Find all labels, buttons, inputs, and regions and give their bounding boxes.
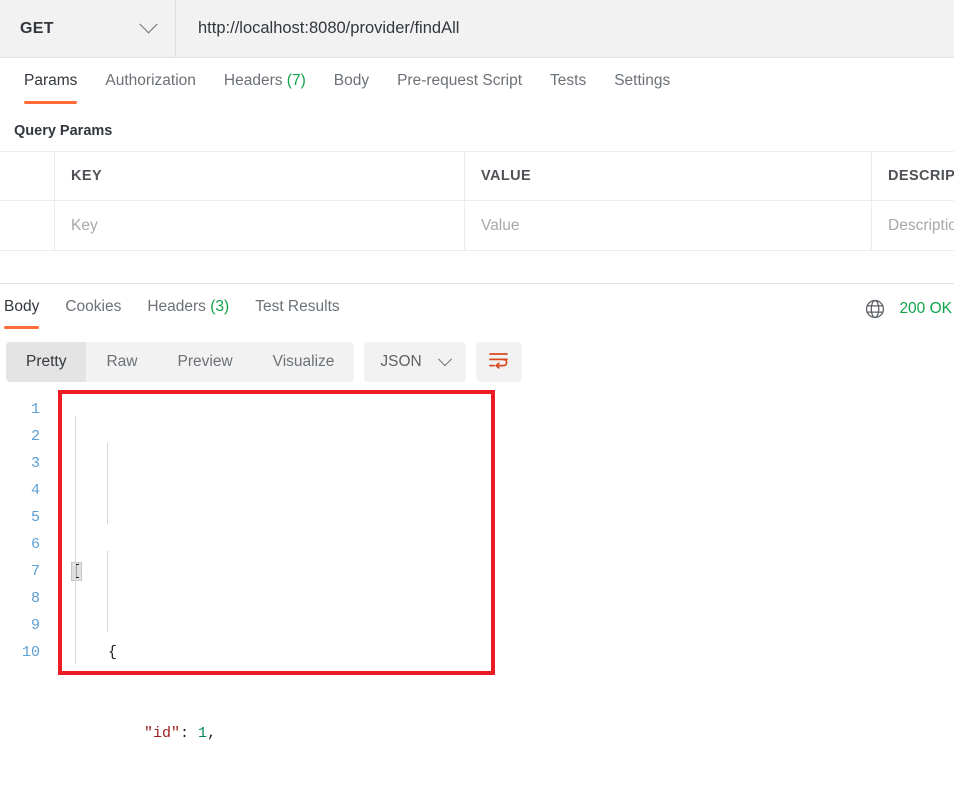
response-tab-headers-count: (3) bbox=[210, 298, 230, 315]
code-line-2: { bbox=[72, 644, 118, 661]
line-number: 8 bbox=[30, 590, 40, 607]
view-mode-preview[interactable]: Preview bbox=[158, 342, 253, 382]
view-mode-raw[interactable]: Raw bbox=[86, 342, 157, 382]
line-number: 5 bbox=[30, 509, 40, 526]
tab-pre-request-script-label: Pre-request Script bbox=[397, 72, 523, 89]
line-number-gutter: 1 2 3 4 5 6 7 8 9 10 bbox=[0, 396, 52, 802]
request-tab-bar: Params Authorization Headers (7) Body Pr… bbox=[0, 58, 954, 109]
tab-settings[interactable]: Settings bbox=[600, 58, 684, 109]
param-key-placeholder: Key bbox=[71, 216, 98, 234]
line-number: 2 bbox=[30, 428, 40, 445]
line-number: 1 bbox=[30, 401, 40, 418]
code-line-1: [ bbox=[70, 558, 954, 585]
response-tab-body-label: Body bbox=[4, 298, 40, 315]
view-mode-pretty[interactable]: Pretty bbox=[6, 342, 87, 382]
http-method-label: GET bbox=[20, 19, 54, 37]
indent-guide bbox=[107, 443, 108, 524]
request-url-text: http://localhost:8080/provider/findAll bbox=[198, 19, 460, 37]
code-line-3: "id": 1, bbox=[144, 725, 217, 742]
param-value-placeholder: Value bbox=[481, 216, 520, 234]
tab-headers-label: Headers bbox=[223, 72, 283, 89]
tab-authorization-label: Authorization bbox=[105, 72, 196, 89]
line-number: 7 bbox=[30, 563, 40, 580]
params-section-spacer bbox=[0, 251, 954, 284]
tab-settings-label: Settings bbox=[614, 72, 671, 89]
column-header-value: VALUE bbox=[465, 152, 872, 200]
response-tab-body[interactable]: Body bbox=[0, 284, 52, 334]
response-language-label: JSON bbox=[380, 353, 422, 370]
tab-body-label: Body bbox=[333, 72, 370, 89]
line-number: 9 bbox=[30, 617, 40, 634]
view-mode-visualize[interactable]: Visualize bbox=[253, 342, 355, 382]
tab-headers[interactable]: Headers (7) bbox=[210, 58, 320, 109]
table-row: Key Value Description bbox=[0, 201, 954, 250]
param-description-input[interactable]: Description bbox=[872, 201, 954, 250]
word-wrap-button[interactable] bbox=[475, 342, 522, 382]
json-code-lines[interactable]: [ { "id": 1, "name": "Johnny" }, { "id":… bbox=[52, 396, 954, 802]
line-number: 3 bbox=[30, 455, 40, 472]
response-tab-headers-label: Headers bbox=[147, 298, 206, 315]
tab-params[interactable]: Params bbox=[10, 58, 91, 109]
json-key-id: "id" bbox=[144, 725, 181, 742]
word-wrap-icon bbox=[488, 351, 510, 374]
chevron-down-icon bbox=[139, 15, 158, 34]
response-tab-headers[interactable]: Headers (3) bbox=[134, 284, 242, 334]
globe-icon bbox=[864, 298, 886, 320]
param-key-input[interactable]: Key bbox=[55, 201, 465, 250]
response-body-viewer: 1 2 3 4 5 6 7 8 9 10 [ { "id": 1, "name"… bbox=[0, 390, 954, 802]
param-description-placeholder: Description bbox=[888, 216, 954, 234]
tab-authorization[interactable]: Authorization bbox=[91, 58, 209, 109]
tab-params-label: Params bbox=[24, 72, 78, 89]
column-header-description: DESCRIPTION bbox=[888, 168, 954, 184]
table-header-row: KEY VALUE DESCRIPTION bbox=[0, 152, 954, 201]
select-all-checkbox-cell[interactable] bbox=[0, 152, 55, 200]
bracket-open-highlight: [ bbox=[70, 562, 83, 581]
param-value-input[interactable]: Value bbox=[465, 201, 872, 250]
response-tab-bar: Body Cookies Headers (3) Test Results 20… bbox=[0, 284, 954, 334]
tab-pre-request-script[interactable]: Pre-request Script bbox=[383, 58, 536, 109]
response-tab-test-results[interactable]: Test Results bbox=[242, 284, 352, 334]
http-method-dropdown[interactable]: GET bbox=[0, 0, 176, 57]
response-format-toolbar: Pretty Raw Preview Visualize JSON bbox=[0, 334, 954, 390]
tab-tests[interactable]: Tests bbox=[536, 58, 600, 109]
request-url-input[interactable]: http://localhost:8080/provider/findAll bbox=[176, 0, 954, 57]
line-number: 4 bbox=[30, 482, 40, 499]
chevron-down-icon bbox=[437, 352, 452, 367]
json-code-area[interactable]: 1 2 3 4 5 6 7 8 9 10 [ { "id": 1, "name"… bbox=[0, 396, 954, 802]
response-view-mode-group: Pretty Raw Preview Visualize bbox=[6, 342, 355, 382]
column-header-key: KEY bbox=[55, 152, 465, 200]
json-value-id: 1 bbox=[198, 725, 208, 742]
row-checkbox-cell[interactable] bbox=[0, 201, 55, 250]
response-tab-cookies-label: Cookies bbox=[65, 298, 122, 315]
line-number: 6 bbox=[30, 536, 40, 553]
response-language-dropdown[interactable]: JSON bbox=[364, 342, 466, 382]
status-badge: 200 OK bbox=[899, 300, 952, 317]
indent-guide bbox=[107, 551, 108, 632]
query-params-table: KEY VALUE DESCRIPTION Key Value Descript… bbox=[0, 151, 954, 251]
tab-tests-label: Tests bbox=[550, 72, 587, 89]
response-tab-cookies[interactable]: Cookies bbox=[52, 284, 134, 334]
response-tab-test-results-label: Test Results bbox=[255, 298, 340, 315]
tab-body[interactable]: Body bbox=[320, 58, 383, 109]
query-params-title: Query Params bbox=[14, 123, 113, 139]
request-url-bar: GET http://localhost:8080/provider/findA… bbox=[0, 0, 954, 58]
tab-headers-count: (7) bbox=[286, 72, 306, 89]
response-status-area: 200 OK bbox=[864, 284, 954, 334]
line-number: 10 bbox=[21, 644, 40, 661]
indent-guide bbox=[75, 416, 76, 664]
